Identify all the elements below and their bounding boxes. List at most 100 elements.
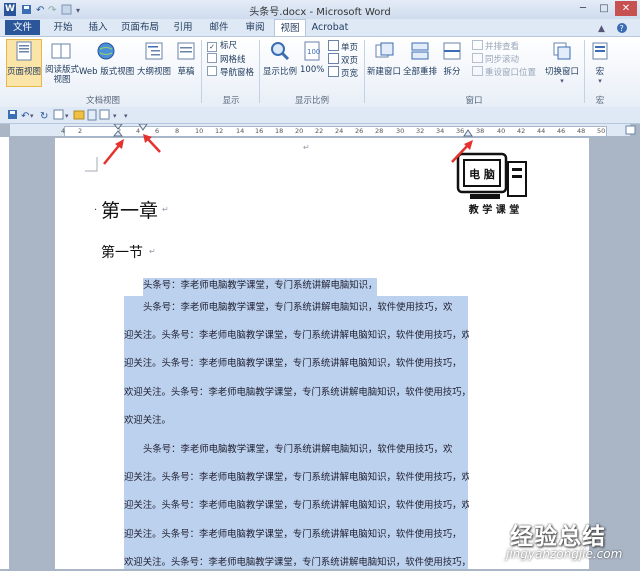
help-icons: ▲ ? <box>598 23 627 34</box>
logo-caption: 教 学 课 堂 <box>468 203 519 216</box>
tab-mailings[interactable]: 邮件 <box>202 19 236 36</box>
checkbox-icon <box>207 53 217 63</box>
maximize-button[interactable]: □ <box>594 1 614 16</box>
paragraph-mark: ↵ <box>162 205 169 214</box>
svg-text:▾: ▾ <box>124 112 128 120</box>
svg-text:100: 100 <box>307 48 320 56</box>
body-text-line[interactable]: 迎关注。头条号：李老师电脑教学课堂，专门系统讲解电脑知识，软件使用技巧， <box>124 527 469 543</box>
margin-corner-mark <box>85 157 98 172</box>
outline-button[interactable]: 大纲视图 <box>136 40 172 77</box>
first-line-indent-marker-icon[interactable] <box>137 124 149 132</box>
split-button[interactable]: 拆分 <box>438 40 466 77</box>
macros-button[interactable]: 宏 ▾ <box>588 40 612 85</box>
body-text-line[interactable]: 头条号：李老师电脑教学课堂，专门系统讲解电脑知识，软件使用技巧，欢 <box>143 442 468 458</box>
sync-scroll-icon <box>472 53 483 63</box>
print-layout-button[interactable]: 页面视图 <box>6 39 42 87</box>
two-pages-label: 双页 <box>341 56 359 66</box>
tab-references[interactable]: 引用 <box>166 19 200 36</box>
svg-text:▾: ▾ <box>30 112 34 120</box>
heading-2[interactable]: 第一节 <box>101 242 143 262</box>
zoom-100-button[interactable]: 100 100% <box>300 40 324 75</box>
sync-scroll-label: 同步滚动 <box>485 55 520 65</box>
ribbon-separator <box>259 40 260 103</box>
page-width-button[interactable]: 页宽 <box>328 66 358 79</box>
ruler-tick-label: 18 <box>275 127 284 135</box>
ruler-tick-label: 8 <box>175 127 180 135</box>
right-indent-marker-icon[interactable] <box>462 128 474 137</box>
switch-window-icon <box>553 42 571 60</box>
reading-layout-icon <box>51 43 71 59</box>
body-text-line[interactable]: 欢迎关注。 <box>124 413 178 429</box>
body-text-line[interactable]: 欢迎关注。头条号：李老师电脑教学课堂，专门系统讲解电脑知识，软件使用技巧， <box>124 385 469 401</box>
tab-view[interactable]: 视图 <box>274 19 306 37</box>
ribbon-separator <box>201 40 202 103</box>
ribbon-tabs: 文件 开始 插入 页面布局 引用 邮件 审阅 视图 Acrobat ▲ ? <box>0 19 640 37</box>
tab-file[interactable]: 文件 <box>5 20 40 35</box>
logo-screen-text: 电 脑 <box>469 167 495 181</box>
zoom-group-label: 显示比例 <box>294 96 329 106</box>
ruler-tick-label: 20 <box>295 127 304 135</box>
heading-1[interactable]: 第一章 <box>101 196 158 223</box>
reading-layout-button[interactable]: 阅读版式视图 <box>44 40 79 85</box>
svg-text:▾: ▾ <box>65 112 69 120</box>
zoom-page-options: 单页 双页 页宽 <box>328 40 358 79</box>
new-window-label: 新建窗口 <box>366 67 401 77</box>
paragraph-mark: ↵ <box>149 247 156 256</box>
svg-text:↶: ↶ <box>21 111 29 121</box>
print-layout-label: 页面视图 <box>7 67 42 77</box>
new-window-button[interactable]: 新建窗口 <box>366 40 402 77</box>
tab-page-layout[interactable]: 页面布局 <box>116 19 164 36</box>
arrange-all-button[interactable]: 全部重排 <box>402 40 438 77</box>
ruler-tick-label: 50 <box>597 127 606 135</box>
one-page-button[interactable]: 单页 <box>328 40 358 53</box>
ruler-tick-label: 16 <box>255 127 264 135</box>
sync-scroll-button[interactable]: 同步滚动 <box>472 53 536 66</box>
views-group-label: 文档视图 <box>85 96 120 106</box>
tab-acrobat[interactable]: Acrobat <box>310 19 350 36</box>
draft-button[interactable]: 草稿 <box>174 40 198 77</box>
ruler-tick-label: 26 <box>355 127 364 135</box>
minimize-button[interactable]: ─ <box>573 1 593 16</box>
body-text-line[interactable]: 头条号：李老师电脑教学课堂，专门系统讲解电脑知识， <box>143 278 377 294</box>
ruler-tick-label: 40 <box>497 127 506 135</box>
draft-label: 草稿 <box>177 67 195 77</box>
web-layout-button[interactable]: Web 版式视图 <box>79 40 134 77</box>
vertical-ruler[interactable] <box>0 137 10 569</box>
svg-text:↻: ↻ <box>40 111 48 121</box>
show-group-label: 显示 <box>222 96 240 106</box>
window-group-label: 窗口 <box>465 96 483 106</box>
tab-home[interactable]: 开始 <box>46 19 80 36</box>
ruler-checkbox[interactable]: ✓ 标尺 <box>207 40 254 53</box>
body-text-line[interactable]: 迎关注。头条号：李老师电脑教学课堂，专门系统讲解电脑知识，软件使用技巧，欢 <box>124 470 469 486</box>
checkbox-icon <box>207 66 217 76</box>
side-by-side-button[interactable]: 并排查看 <box>472 40 536 53</box>
side-by-side-icon <box>472 40 483 50</box>
gridlines-checkbox[interactable]: 网格线 <box>207 53 254 66</box>
checkmark-icon: ✓ <box>207 42 217 52</box>
body-text-line[interactable]: 迎关注。头条号：李老师电脑教学课堂，专门系统讲解电脑知识，软件使用技巧，欢 <box>124 328 469 344</box>
close-button[interactable]: ✕ <box>615 1 637 16</box>
ruler-tick-label: 48 <box>577 127 586 135</box>
body-text-line[interactable]: 头条号：李老师电脑教学课堂，专门系统讲解电脑知识，软件使用技巧，欢 <box>143 300 468 316</box>
zoom-label: 显示比例 <box>262 67 297 77</box>
ruler-label: 标尺 <box>220 41 238 51</box>
body-text-line[interactable]: 迎关注。头条号：李老师电脑教学课堂，专门系统讲解电脑知识，软件使用技巧， <box>124 356 469 372</box>
switch-window-button[interactable]: 切换窗口 ▾ <box>543 40 581 85</box>
new-window-icon <box>375 42 394 58</box>
navigation-pane-checkbox[interactable]: 导航窗格 <box>207 66 254 79</box>
paragraph-mark: ↵ <box>303 143 310 152</box>
tab-insert[interactable]: 插入 <box>82 19 114 36</box>
magnifier-icon <box>271 42 290 61</box>
tab-review[interactable]: 审阅 <box>238 19 272 36</box>
dropdown-arrow-icon: ▾ <box>560 77 564 85</box>
split-label: 拆分 <box>443 67 461 77</box>
two-pages-button[interactable]: 双页 <box>328 53 358 66</box>
body-text-line[interactable]: 迎关注。头条号：李老师电脑教学课堂，专门系统讲解电脑知识，软件使用技巧，欢 <box>124 498 469 514</box>
view-ruler-icon[interactable] <box>625 125 637 135</box>
zoom-100-label: 100% <box>300 65 325 75</box>
zoom-button[interactable]: 显示比例 <box>262 40 298 77</box>
reset-window-button[interactable]: 重设窗口位置 <box>472 66 536 79</box>
draft-icon <box>177 42 195 60</box>
ruler-tick-label: 42 <box>517 127 526 135</box>
ruler-tick-label: 14 <box>236 127 245 135</box>
